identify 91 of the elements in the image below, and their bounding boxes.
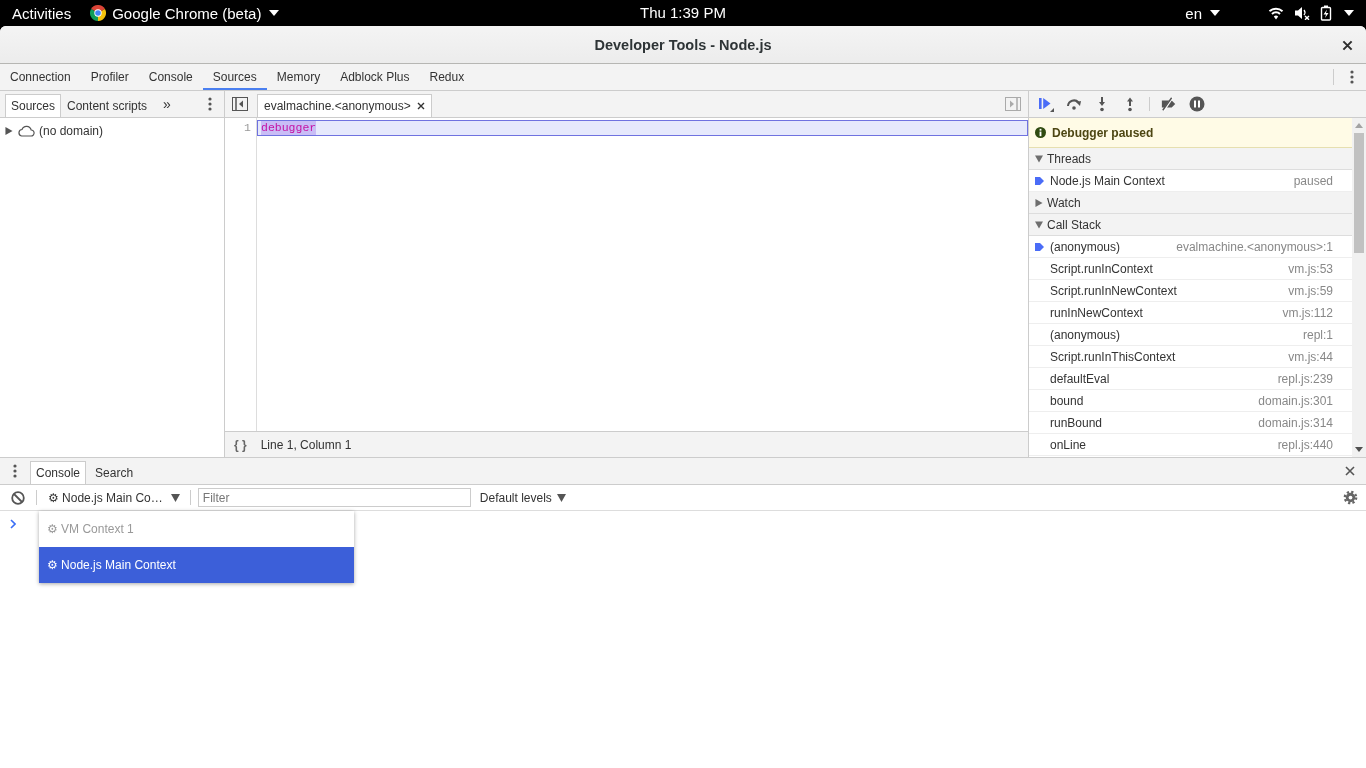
panel-tab[interactable]: Connection <box>0 64 81 90</box>
thread-status: paused <box>1292 173 1333 188</box>
panel-tab[interactable]: Redux <box>419 64 475 90</box>
cursor-position: Line 1, Column 1 <box>259 437 352 452</box>
call-frame-row[interactable]: (anonymous) repl:1 <box>1029 324 1352 346</box>
drawer-tab[interactable]: Search <box>89 461 140 484</box>
tree-item[interactable]: (no domain) <box>0 122 224 140</box>
function-name: (anonymous) <box>1050 239 1121 254</box>
function-name: Script.runInContext <box>1050 261 1153 276</box>
dropdown-triangle-icon <box>170 493 180 502</box>
call-frame-row[interactable]: (anonymous) evalmachine.<anonymous>:1 <box>1029 236 1352 258</box>
clear-icon <box>10 490 25 505</box>
volume-muted-icon <box>1294 6 1310 20</box>
call-frame-row[interactable]: onLine repl.js:440 <box>1029 434 1352 456</box>
close-button[interactable] <box>1340 38 1354 52</box>
scroll-down-icon[interactable] <box>1355 447 1363 452</box>
more-vertical-icon <box>13 464 17 478</box>
source-location: repl.js:239 <box>1276 371 1333 386</box>
function-name: Script.runInThisContext <box>1050 349 1176 364</box>
pause-icon <box>1189 96 1205 112</box>
function-name: runInNewContext <box>1050 305 1143 320</box>
source-location: evalmachine.<anonymous>:1 <box>1175 239 1333 254</box>
dropdown-triangle-icon <box>556 493 566 502</box>
navigator-tab[interactable]: Content scripts <box>61 94 154 117</box>
scrollbar[interactable] <box>1352 118 1366 457</box>
function-name: onLine <box>1050 437 1087 452</box>
clock[interactable]: Thu 1:39 PM <box>640 4 726 21</box>
info-icon <box>1035 127 1046 138</box>
drawer-tab[interactable]: Console <box>30 461 87 484</box>
window-title: Developer Tools - Node.js <box>594 36 772 53</box>
call-frame-row[interactable]: Script.runInContext vm.js:53 <box>1029 258 1352 280</box>
source-location: vm.js:112 <box>1281 305 1333 320</box>
thread-name: Node.js Main Context <box>1050 173 1165 188</box>
function-name: (anonymous) <box>1050 327 1121 342</box>
wifi-icon <box>1268 6 1284 20</box>
prompt-chevron-icon <box>10 519 16 529</box>
more-vertical-icon <box>208 97 212 111</box>
pretty-print-button[interactable]: { } <box>225 437 255 452</box>
close-icon <box>1345 466 1355 476</box>
app-menu-button[interactable]: Google Chrome (beta) <box>90 0 280 26</box>
filter-field[interactable]: Filter <box>197 488 471 507</box>
log-levels-dropdown[interactable]: Default levels <box>471 485 574 510</box>
more-vertical-icon <box>1350 70 1354 84</box>
language-button[interactable]: en <box>1173 0 1232 26</box>
context-menu-item[interactable]: ⚙ Node.js Main Context <box>39 547 354 583</box>
sidebar-toggle-icon <box>232 97 248 111</box>
file-tab[interactable]: evalmachine.<anonymous> <box>257 94 432 117</box>
source-location: vm.js:53 <box>1287 261 1333 276</box>
step-over-icon <box>1066 96 1082 112</box>
crossed-tag-icon <box>1161 96 1177 112</box>
function-name: Script.runInNewContext <box>1050 283 1177 298</box>
close-icon <box>416 102 425 110</box>
more-tabs-button[interactable]: » <box>153 94 177 117</box>
call-frame-row[interactable]: runInNewContext vm.js:112 <box>1029 302 1352 324</box>
activities-button[interactable]: Activities <box>0 0 84 26</box>
battery-charging-icon <box>1320 5 1332 21</box>
function-name: bound <box>1050 393 1084 408</box>
function-name: runBound <box>1050 415 1103 430</box>
cloud-icon <box>17 125 35 137</box>
caret-icon <box>1210 10 1220 16</box>
call-frame-row[interactable]: runBound domain.js:314 <box>1029 412 1352 434</box>
scrollbar-thumb[interactable] <box>1354 133 1364 253</box>
context-selector[interactable]: ⚙ Node.js Main Co… <box>40 485 187 510</box>
source-location: domain.js:314 <box>1257 415 1333 430</box>
function-name: defaultEval <box>1050 371 1110 386</box>
line-number: 1 <box>244 121 252 135</box>
panel-tab[interactable]: Profiler <box>80 64 139 90</box>
call-frame-row[interactable]: Script.runInNewContext vm.js:59 <box>1029 280 1352 302</box>
resume-icon <box>1038 96 1054 112</box>
call-frame-row[interactable]: Script.runInThisContext vm.js:44 <box>1029 346 1352 368</box>
section-header[interactable]: Threads <box>1029 148 1352 170</box>
source-location: vm.js:44 <box>1287 349 1333 364</box>
source-location: domain.js:301 <box>1257 393 1333 408</box>
call-frame-row[interactable]: defaultEval repl.js:239 <box>1029 368 1352 390</box>
panel-tab[interactable]: Memory <box>266 64 331 90</box>
call-frame-row[interactable]: bound domain.js:301 <box>1029 390 1352 412</box>
caret-icon <box>269 10 280 16</box>
paused-message: Debugger paused <box>1052 125 1154 140</box>
section-header[interactable]: Watch <box>1029 192 1352 214</box>
source-location: vm.js:59 <box>1287 283 1333 298</box>
navigator-tab[interactable]: Sources <box>5 94 62 117</box>
panel-tab[interactable]: Adblock Plus <box>330 64 420 90</box>
source-location: repl.js:440 <box>1276 437 1333 452</box>
app-logo-icon <box>90 5 107 21</box>
section-header[interactable]: Call Stack <box>1029 214 1352 236</box>
close-icon <box>1341 39 1353 51</box>
settings-icon <box>1342 490 1358 505</box>
caret-icon <box>1344 10 1354 16</box>
sidebar-toggle-icon <box>1005 97 1021 111</box>
panel-tab[interactable]: Console <box>138 64 203 90</box>
source-location: repl:1 <box>1301 327 1333 342</box>
